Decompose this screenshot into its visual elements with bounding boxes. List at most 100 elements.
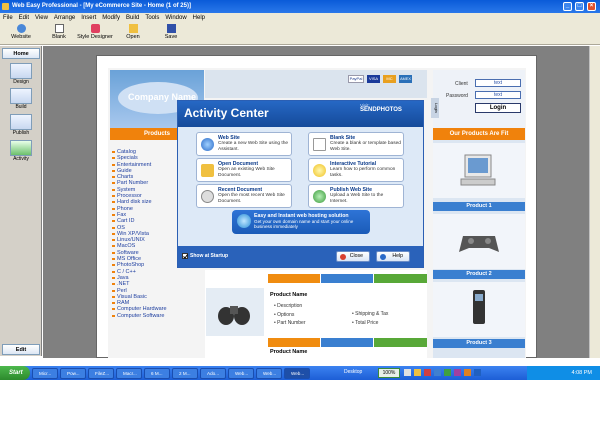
menu-tools[interactable]: Tools: [142, 13, 162, 23]
quick-launch-icon[interactable]: [444, 369, 451, 376]
hosting-banner[interactable]: Easy and Instant web hosting solution Ge…: [232, 210, 370, 234]
quick-launch-icons: [404, 369, 524, 378]
show-at-startup-checkbox[interactable]: [182, 253, 188, 259]
category-link[interactable]: Computer Software: [111, 313, 203, 319]
task-button[interactable]: 2 M...: [172, 368, 198, 379]
start-button[interactable]: Start: [0, 366, 30, 380]
web-site-card[interactable]: Web Site Create a new Web Site using the…: [196, 132, 292, 156]
zoom-indicator[interactable]: 100%: [378, 368, 400, 378]
vertical-scrollbar[interactable]: [589, 46, 600, 358]
task-button[interactable]: Ado...: [200, 368, 226, 379]
blank-page-icon: [313, 138, 326, 151]
product-1-bar[interactable]: Product 1: [433, 202, 525, 211]
minimize-button[interactable]: _: [563, 2, 572, 11]
help-button[interactable]: Help: [376, 251, 410, 262]
color-strip-2: [268, 338, 427, 347]
client-field[interactable]: text: [475, 79, 521, 87]
menu-build[interactable]: Build: [123, 13, 142, 23]
paypal-logo: PayPal: [348, 75, 364, 83]
activity-icon: [10, 140, 32, 156]
product-2-bar[interactable]: Product 2: [433, 270, 525, 279]
globe-icon: [237, 214, 251, 228]
save-button[interactable]: Save: [162, 24, 180, 40]
product-name-2: Product Name: [270, 349, 308, 355]
quick-launch-icon[interactable]: [424, 369, 431, 376]
blank-site-card[interactable]: Blank Site Create a blank or template ba…: [308, 132, 404, 156]
recent-document-card[interactable]: Recent Document Open the most recent Web…: [196, 184, 292, 208]
quick-launch-icon[interactable]: [404, 369, 411, 376]
menu-insert[interactable]: Insert: [78, 13, 99, 23]
task-button[interactable]: Macr...: [116, 368, 142, 379]
menu-file[interactable]: File: [0, 13, 16, 23]
menu-arrange[interactable]: Arrange: [51, 13, 78, 23]
close-icon: [340, 254, 346, 260]
check-icon: [183, 254, 188, 259]
binoculars-image: [206, 288, 264, 336]
binoculars-icon: [218, 306, 250, 325]
task-button[interactable]: 6 M...: [144, 368, 170, 379]
close-dialog-button[interactable]: Close: [336, 251, 370, 262]
clock[interactable]: 4:08 PM: [572, 370, 592, 376]
our-products-header: Our Products Are Fit: [433, 128, 525, 140]
publish-button[interactable]: Publish: [8, 114, 34, 136]
product-3-bar[interactable]: Product 3: [433, 339, 525, 348]
globe-icon: [201, 138, 214, 151]
build-button[interactable]: Build: [8, 88, 34, 110]
menu-help[interactable]: Help: [190, 13, 208, 23]
panel-edit-tab[interactable]: Edit: [2, 344, 40, 355]
login-tab[interactable]: Login: [431, 98, 439, 118]
interactive-tutorial-card[interactable]: Interactive Tutorial Learn how to perfor…: [308, 158, 404, 182]
publish-globe-icon: [313, 190, 326, 203]
password-field[interactable]: text: [475, 91, 521, 99]
panel-home-tab[interactable]: Home: [2, 48, 40, 59]
style-designer-button[interactable]: Style Designer: [76, 24, 114, 40]
maximize-button[interactable]: □: [575, 2, 584, 11]
quick-launch-icon[interactable]: [434, 369, 441, 376]
save-disk-icon: [166, 24, 176, 33]
task-button[interactable]: Micr...: [32, 368, 58, 379]
total-price: • Total Price: [352, 319, 379, 326]
quick-launch-icon[interactable]: [464, 369, 471, 376]
website-button[interactable]: Website: [8, 24, 34, 40]
system-tray: 4:08 PM: [527, 366, 600, 380]
quick-launch-icon[interactable]: [414, 369, 421, 376]
menu-edit[interactable]: Edit: [16, 13, 32, 23]
menu-modify[interactable]: Modify: [99, 13, 123, 23]
open-document-card[interactable]: Open Document Open an existing Web Site …: [196, 158, 292, 182]
quick-launch-icon[interactable]: [454, 369, 461, 376]
task-button[interactable]: Web...: [256, 368, 282, 379]
left-panel: Home Design Build Publish Activity Edit: [0, 46, 42, 356]
website-icon: [16, 24, 26, 33]
help-icon: [380, 254, 386, 260]
task-button[interactable]: Pow...: [60, 368, 86, 379]
build-icon: [10, 88, 32, 104]
publish-icon: [10, 114, 32, 130]
activity-button[interactable]: Activity: [8, 140, 34, 162]
task-button[interactable]: Web...: [228, 368, 254, 379]
blank-button[interactable]: Blank: [48, 24, 70, 40]
task-button-active[interactable]: Web...: [284, 368, 310, 379]
product-part-number: • Part Number: [274, 320, 306, 326]
sendphotos-brand[interactable]: SENDPHOTOS: [360, 107, 402, 113]
product-details-right: • Shipping & Tax • Total Price: [352, 310, 388, 327]
window-title: Web Easy Professional - [My eCommerce Si…: [12, 3, 191, 9]
product-name: Product Name: [270, 292, 308, 298]
menu-window[interactable]: Window: [162, 13, 189, 23]
our-products-column: Our Products Are Fit Product 1 Product 2…: [433, 128, 525, 358]
mastercard-logo: MC: [383, 75, 396, 83]
close-button[interactable]: ×: [587, 2, 596, 11]
publish-web-site-card[interactable]: Publish Web Site Upload a Web Site to th…: [308, 184, 404, 208]
open-button[interactable]: Open: [124, 24, 142, 40]
product-image: [433, 143, 525, 198]
login-button[interactable]: Login: [475, 103, 521, 113]
open-folder-icon: [128, 24, 138, 33]
quick-launch-icon[interactable]: [474, 369, 481, 376]
amex-logo: AMEX: [399, 75, 412, 83]
product-options: • Options: [274, 311, 295, 318]
desktop-toolbar[interactable]: Desktop: [344, 369, 362, 375]
task-button[interactable]: FileZ...: [88, 368, 114, 379]
product-details-left: • Description • Options • Part Number: [274, 302, 305, 328]
menu-view[interactable]: View: [32, 13, 51, 23]
design-button[interactable]: Design: [8, 63, 34, 85]
product-description: • Description: [274, 303, 303, 309]
